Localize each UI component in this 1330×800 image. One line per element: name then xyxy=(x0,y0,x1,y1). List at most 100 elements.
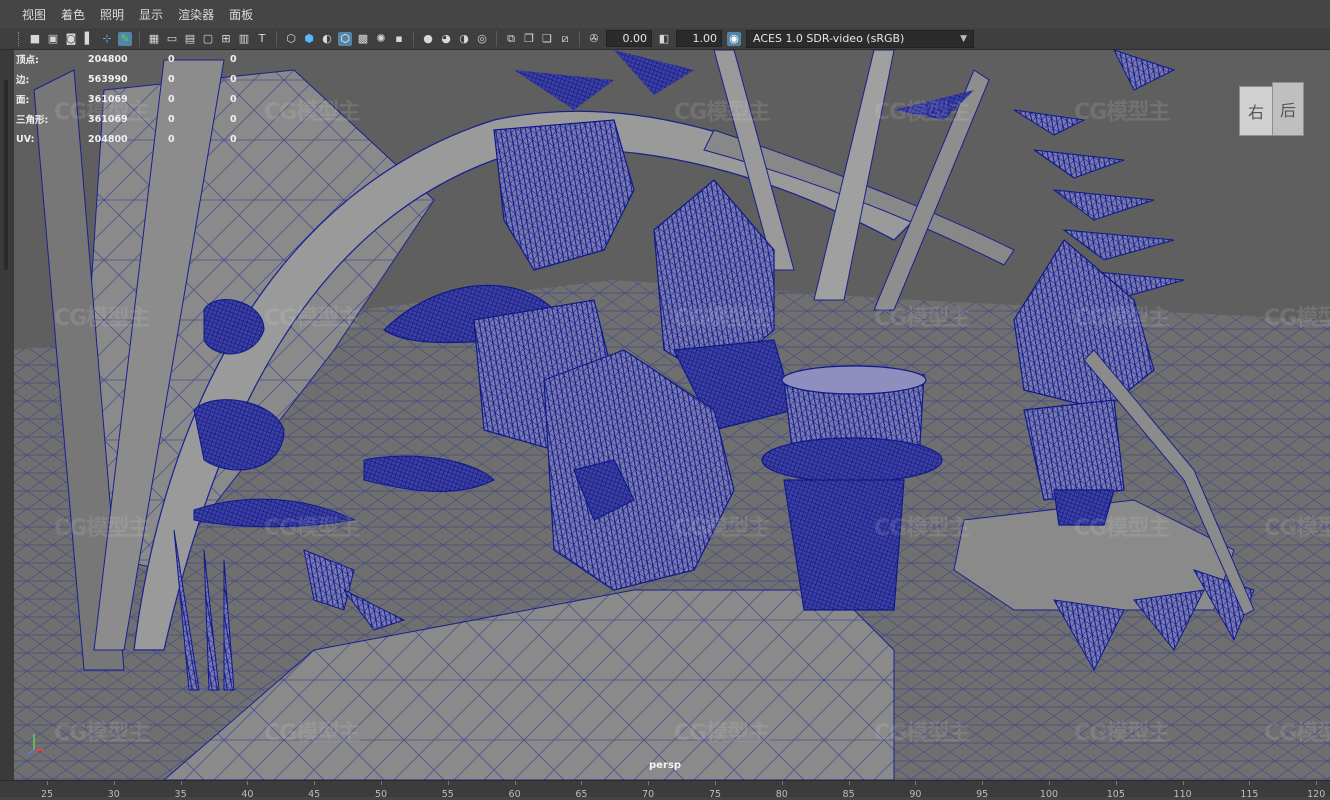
timeline-tick-label: 85 xyxy=(842,789,855,800)
gamma-icon[interactable]: ◧ xyxy=(657,32,671,46)
timeline-tick-label: 95 xyxy=(976,789,989,800)
menu-view[interactable]: 视图 xyxy=(22,0,46,30)
hud-label: 面: xyxy=(16,95,30,106)
color-management-icon[interactable]: ◉ xyxy=(727,31,741,46)
screen-space-ao-icon[interactable]: ● xyxy=(421,32,435,46)
grease-pencil-icon[interactable]: ✎ xyxy=(118,31,132,46)
menu-lighting[interactable]: 照明 xyxy=(100,0,124,30)
watermark-text: CG模型主 xyxy=(674,721,770,746)
hud-value: 204800 xyxy=(88,53,128,65)
camera-icon[interactable]: ■ xyxy=(28,32,42,46)
watermark-text: CG模型主 xyxy=(54,516,150,541)
exposure-field[interactable]: 0.00 xyxy=(606,30,652,47)
wireframe-scene xyxy=(14,50,1330,780)
hud-row-uvs: UV: 204800 0 0 xyxy=(16,129,260,149)
hud-components: 0 xyxy=(230,93,237,105)
toolbar-grip[interactable] xyxy=(18,31,22,46)
image-plane-icon[interactable]: ▌ xyxy=(82,32,96,46)
watermark-text: CG模型主 xyxy=(264,721,360,746)
camera-name-label: persp xyxy=(649,760,681,771)
resolution-gate-icon[interactable]: ▤ xyxy=(183,32,197,46)
gamma-field[interactable]: 1.00 xyxy=(676,30,722,47)
gate-mask-icon[interactable]: ▢ xyxy=(201,32,215,46)
menu-shading[interactable]: 着色 xyxy=(61,0,85,30)
field-chart-icon[interactable]: ⊞ xyxy=(219,32,233,46)
toolbar-divider xyxy=(579,30,580,47)
timeline-tick-label: 50 xyxy=(374,789,388,800)
camera-attr-icon[interactable]: ▣ xyxy=(46,32,60,46)
bookmark-icon[interactable]: ◙ xyxy=(64,32,78,46)
textured-icon[interactable]: ▩ xyxy=(356,32,370,46)
timeline-tick-label: 35 xyxy=(174,789,187,800)
watermark-text: CG模型主 xyxy=(874,721,970,746)
hud-components: 0 xyxy=(230,133,237,145)
watermark-text: CG模型主 xyxy=(264,100,360,125)
timeline-tick xyxy=(915,781,917,785)
view-transform-value: ACES 1.0 SDR-video (sRGB) xyxy=(753,31,905,45)
default-material-icon[interactable]: ◐ xyxy=(320,32,334,46)
hud-selected: 0 xyxy=(168,73,175,85)
anti-aliasing-icon[interactable]: ◑ xyxy=(457,32,471,46)
hud-components: 0 xyxy=(230,113,237,125)
watermark-text: CG模型主 xyxy=(1074,721,1170,746)
watermark-text: CG模型主 xyxy=(874,100,970,125)
xray-icon[interactable]: ❐ xyxy=(522,32,536,46)
hud-label: 顶点: xyxy=(16,55,39,66)
menu-show[interactable]: 显示 xyxy=(139,0,163,30)
smooth-shade-icon[interactable]: ⬢ xyxy=(302,32,316,46)
timeline-tick xyxy=(447,781,449,785)
timeline-tick xyxy=(715,781,716,785)
timeline-tick xyxy=(581,781,583,785)
cube-face-back[interactable]: 后 xyxy=(1272,82,1304,136)
timeline-tick xyxy=(781,781,783,785)
hud-value: 361069 xyxy=(88,113,128,125)
view-cube[interactable]: 右 后 xyxy=(1239,82,1305,138)
wireframe-icon[interactable]: ⬡ xyxy=(284,32,298,46)
watermark-text: CG模型主 xyxy=(1264,516,1330,541)
timeline-tick xyxy=(113,781,115,785)
use-all-lights-icon[interactable]: ✺ xyxy=(374,32,388,46)
panel-toolbar: ■ ▣ ◙ ▌ ⊹ ✎ ▦ ▭ ▤ ▢ ⊞ ▥ T ⬡ ⬢ ◐ ⬡ ▩ ✺ ▪ … xyxy=(0,28,1330,50)
menu-renderer[interactable]: 渲染器 xyxy=(178,0,214,30)
time-slider[interactable]: 25 30 35 40 45 50 55 60 65 70 75 80 85 90 95 100 105 110 1… xyxy=(0,780,1330,800)
exposure-icon[interactable]: ✇ xyxy=(587,32,601,46)
2d-pan-icon[interactable]: ⊹ xyxy=(100,32,114,46)
safe-action-icon[interactable]: ▥ xyxy=(237,32,251,46)
watermark-text: CG模型主 xyxy=(54,721,150,746)
isolate-select-icon[interactable]: ⧉ xyxy=(504,32,518,46)
menu-panels[interactable]: 面板 xyxy=(229,0,253,30)
depth-of-field-icon[interactable]: ◎ xyxy=(475,32,489,46)
toolbar-divider xyxy=(139,30,140,47)
hud-selected: 0 xyxy=(168,93,175,105)
timeline-tick xyxy=(1316,781,1318,785)
film-gate-icon[interactable]: ▭ xyxy=(165,32,179,46)
grid-icon[interactable]: ▦ xyxy=(147,32,161,46)
safe-title-icon[interactable]: T xyxy=(255,32,269,46)
motion-blur-icon[interactable]: ◕ xyxy=(439,32,453,46)
timeline-tick xyxy=(381,781,382,785)
watermark-text: CG模型主 xyxy=(264,516,360,541)
hud-label: UV: xyxy=(16,133,35,145)
hud-components: 0 xyxy=(230,73,237,85)
xray-components-icon[interactable]: ⧄ xyxy=(558,32,572,46)
timeline-tick xyxy=(247,781,249,785)
watermark-text: CG模型主 xyxy=(264,306,360,331)
timeline-tick xyxy=(982,781,984,785)
watermark-text: CG模型主 xyxy=(54,306,150,331)
timeline-tick xyxy=(648,781,650,785)
hud-value: 361069 xyxy=(88,93,128,105)
timeline-tick-label: 110 xyxy=(1173,789,1192,800)
timeline-tick xyxy=(314,781,316,785)
timeline-tick xyxy=(1049,781,1050,785)
timeline-tick-label: 90 xyxy=(909,789,922,800)
wireframe-on-shaded-icon[interactable]: ⬡ xyxy=(338,31,352,46)
shadows-icon[interactable]: ▪ xyxy=(392,32,406,46)
cube-face-right[interactable]: 右 xyxy=(1239,86,1273,136)
xray-joints-icon[interactable]: ❏ xyxy=(540,32,554,46)
hud-selected: 0 xyxy=(168,133,175,145)
perspective-viewport[interactable]: CG模型主 CG模型主 CG模型主 CG模型主 CG模型主 CG模型主 CG模型… xyxy=(14,50,1330,780)
view-transform-dropdown[interactable]: ACES 1.0 SDR-video (sRGB) ▼ xyxy=(746,29,974,48)
hud-components: 0 xyxy=(230,53,237,65)
hud-row-triangles: 三角形: 361069 0 0 xyxy=(16,109,260,129)
timeline-tick-label: 25 xyxy=(40,789,54,800)
